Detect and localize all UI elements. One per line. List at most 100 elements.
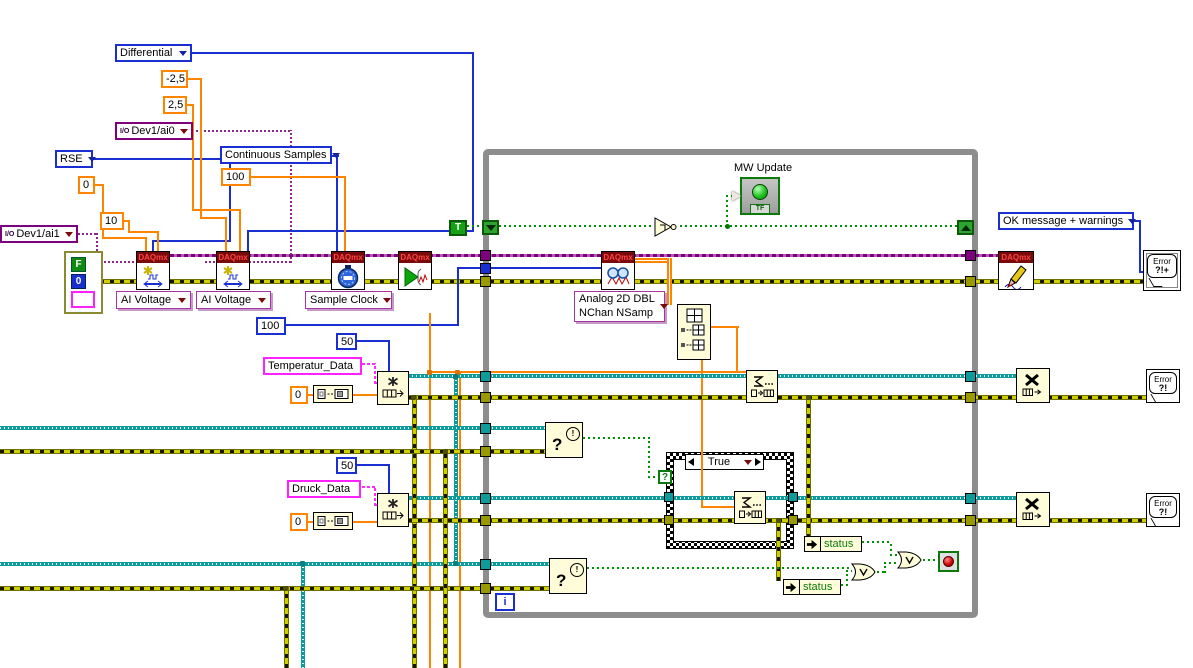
tunnel-queue2-out[interactable] bbox=[965, 493, 976, 504]
case-tunnel-queue-out[interactable] bbox=[788, 492, 798, 502]
case-tunnel-error-out[interactable] bbox=[788, 515, 798, 525]
numeric-queue-len-1[interactable]: 50 bbox=[336, 333, 357, 350]
lossy-enqueue-node-2[interactable] bbox=[734, 491, 766, 524]
tunnel-error-top-in[interactable] bbox=[480, 446, 491, 457]
tunnel-error1-in[interactable] bbox=[480, 392, 491, 403]
release-queue-node-2[interactable] bbox=[1016, 492, 1050, 527]
error-out-indicator-2[interactable]: Error ?! bbox=[1146, 493, 1180, 527]
daqmx-create-channel-2[interactable]: DAQmx bbox=[216, 251, 250, 290]
numeric-queue-len-2[interactable]: 50 bbox=[336, 457, 357, 474]
io-constant-ai1[interactable]: I/O Dev1/ai1 bbox=[0, 225, 78, 243]
enum-terminal-config-rse[interactable]: RSE bbox=[55, 150, 96, 168]
tunnel-queue1-out[interactable] bbox=[965, 371, 976, 382]
tunnel-error2-in[interactable] bbox=[480, 515, 491, 526]
string-queue-name-2[interactable]: Druck_Data bbox=[287, 480, 361, 498]
case-tunnel-queue-in[interactable] bbox=[664, 492, 674, 502]
dropdown-icon[interactable] bbox=[258, 297, 266, 303]
tunnel-error-bot-in[interactable] bbox=[480, 583, 491, 594]
channel-type-selector-2[interactable]: AI Voltage bbox=[196, 291, 271, 309]
numeric-rate[interactable]: 100 bbox=[221, 168, 251, 186]
case-next-arrow-icon[interactable] bbox=[755, 458, 761, 466]
case-selector-label[interactable]: True bbox=[685, 454, 764, 470]
error-code-zero[interactable]: 0 bbox=[71, 274, 86, 289]
or-gate-1[interactable] bbox=[850, 562, 877, 582]
io-constant-ai0[interactable]: I/O Dev1/ai0 bbox=[115, 122, 193, 140]
error-cluster-constant[interactable]: F 0 bbox=[64, 251, 103, 314]
wire-bool-top bbox=[499, 225, 653, 227]
shift-register-left[interactable] bbox=[482, 220, 499, 235]
or-gate-2[interactable] bbox=[896, 550, 923, 570]
unbundle-status-node-2[interactable]: status bbox=[783, 579, 841, 595]
tunnel-error2-out[interactable] bbox=[965, 515, 976, 526]
tunnel-task-out[interactable] bbox=[965, 250, 976, 261]
dropdown-icon[interactable] bbox=[1128, 218, 1137, 224]
string-queue-name-1[interactable]: Temperatur_Data bbox=[263, 357, 362, 375]
numeric-min-diff[interactable]: -2,5 bbox=[161, 70, 188, 88]
initialize-array-node-1[interactable] bbox=[313, 385, 353, 403]
numeric-max-diff[interactable]: 2,5 bbox=[163, 96, 187, 114]
tunnel-queue-bot-in[interactable] bbox=[480, 559, 491, 570]
numeric-samples-per-channel[interactable]: 100 bbox=[256, 317, 286, 335]
tunnel-queue1-in[interactable] bbox=[480, 371, 491, 382]
loop-iteration-terminal[interactable]: i bbox=[495, 593, 515, 611]
arrow-icon bbox=[785, 581, 798, 594]
dropdown-icon[interactable] bbox=[659, 304, 668, 309]
unbundle-status-node-1[interactable]: status bbox=[804, 536, 862, 552]
wire-queue1 bbox=[408, 374, 1017, 378]
numeric-init-val-1[interactable]: 0 bbox=[290, 386, 308, 404]
mw-update-terminal[interactable]: TF bbox=[740, 177, 780, 215]
channel-type-selector-1[interactable]: AI Voltage bbox=[116, 291, 191, 309]
enum-error-dialog-type[interactable]: OK message + warnings bbox=[998, 212, 1137, 230]
error-source-empty[interactable] bbox=[71, 291, 95, 308]
tunnel-error-out[interactable] bbox=[965, 276, 976, 287]
release-queue-node-1[interactable] bbox=[1016, 368, 1050, 403]
daqmx-start-task-node[interactable]: DAQmx bbox=[398, 251, 432, 290]
stop-button-terminal[interactable] bbox=[938, 551, 959, 572]
tunnel-samples-in[interactable] bbox=[480, 263, 491, 274]
simple-error-handler-node[interactable]: Error ?!+ bbox=[1143, 250, 1181, 291]
queue-status-node-2[interactable]: ? ! bbox=[549, 558, 587, 594]
numeric-min-rse[interactable]: 0 bbox=[78, 176, 95, 194]
dropdown-icon[interactable] bbox=[179, 50, 187, 56]
true-constant[interactable]: T bbox=[449, 220, 467, 236]
dropdown-icon[interactable] bbox=[65, 231, 73, 237]
dropdown-icon[interactable] bbox=[87, 156, 96, 162]
dropdown-icon[interactable] bbox=[331, 152, 340, 158]
obtain-queue-node-2[interactable] bbox=[377, 493, 409, 527]
numeric-init-val-2[interactable]: 0 bbox=[290, 513, 308, 531]
daqmx-create-channel-1[interactable]: DAQmx bbox=[136, 251, 170, 290]
case-dropdown-icon[interactable] bbox=[744, 459, 752, 465]
tunnel-task-in[interactable] bbox=[480, 250, 491, 261]
tunnel-error1-out[interactable] bbox=[965, 392, 976, 403]
wire-rse bbox=[152, 240, 231, 242]
daqmx-read-node[interactable]: DAQmx bbox=[601, 251, 635, 290]
dropdown-icon[interactable] bbox=[382, 297, 391, 303]
queue-status-node-1[interactable]: ? ! bbox=[545, 422, 583, 458]
error-status-false[interactable]: F bbox=[71, 257, 86, 272]
enum-terminal-config-differential[interactable]: Differential bbox=[115, 44, 192, 62]
numeric-max-rse[interactable]: 10 bbox=[100, 212, 124, 230]
obtain-queue-node-1[interactable] bbox=[377, 371, 409, 405]
shift-register-right[interactable] bbox=[957, 220, 974, 235]
tunnel-queue2-in[interactable] bbox=[480, 493, 491, 504]
case-selector-terminal[interactable]: ? bbox=[658, 470, 672, 484]
not-gate[interactable] bbox=[652, 216, 680, 238]
tunnel-error-in[interactable] bbox=[480, 276, 491, 287]
daqmx-timing-node[interactable]: DAQmx bbox=[331, 251, 365, 290]
tunnel-queue-top-in[interactable] bbox=[480, 423, 491, 434]
mw-update-label[interactable]: MW Update bbox=[734, 162, 814, 175]
error-out-indicator-1[interactable]: Error ?! bbox=[1146, 369, 1180, 403]
question-glyph: ? bbox=[552, 435, 563, 454]
wire-rse bbox=[152, 240, 154, 251]
index-array-node[interactable] bbox=[677, 304, 711, 360]
initialize-array-node-2[interactable] bbox=[313, 512, 353, 530]
timing-type-selector[interactable]: Sample Clock bbox=[305, 291, 392, 309]
dropdown-icon[interactable] bbox=[178, 297, 186, 303]
dropdown-icon[interactable] bbox=[180, 128, 188, 134]
daqmx-clear-task-node[interactable]: DAQmx bbox=[998, 251, 1034, 290]
lossy-enqueue-node-1[interactable] bbox=[746, 370, 778, 403]
enum-sample-mode[interactable]: Continuous Samples bbox=[220, 146, 340, 164]
wire-bool-top bbox=[467, 225, 483, 227]
case-tunnel-error-in[interactable] bbox=[664, 515, 674, 525]
read-mode-selector[interactable]: Analog 2D DBL NChan NSamp bbox=[574, 291, 668, 322]
